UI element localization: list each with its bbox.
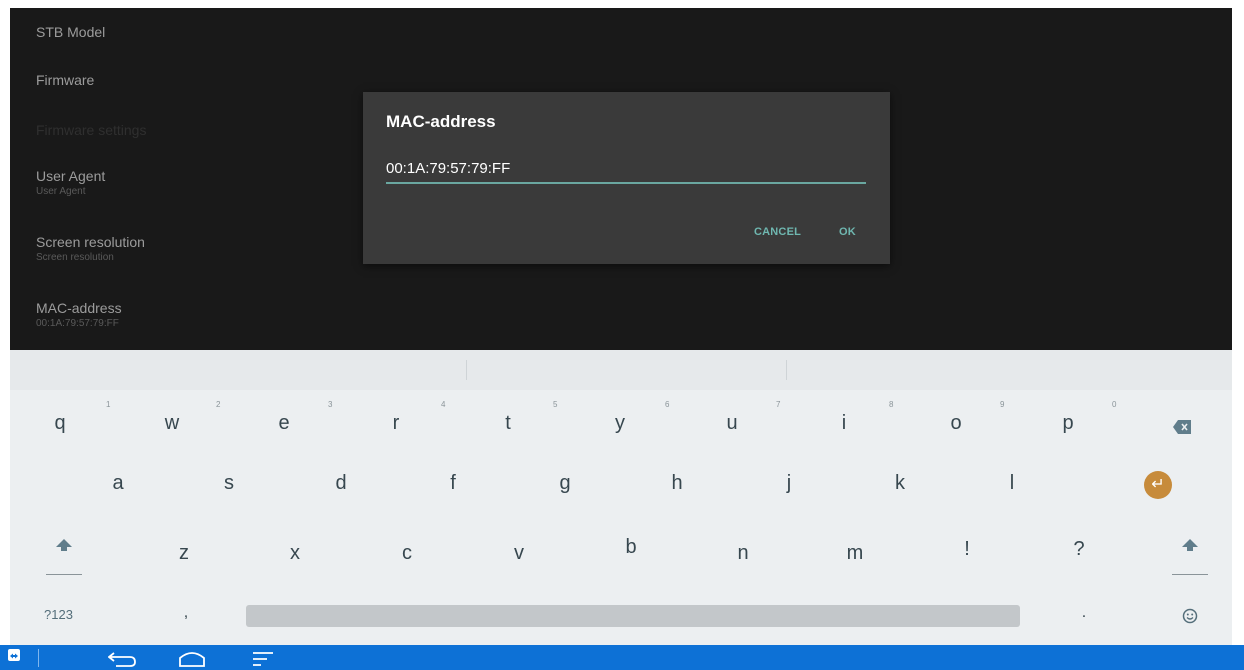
key-q[interactable]: q [30,412,90,435]
key-k[interactable]: k [870,472,930,495]
navigation-bar [0,645,1244,670]
home-icon[interactable] [178,651,206,667]
key-u[interactable]: u [702,412,762,435]
back-icon[interactable] [107,651,136,667]
settings-item-title: Screen resolution [36,234,145,250]
key-hint: 2 [216,400,221,409]
nav-divider [38,649,39,667]
key-h[interactable]: h [647,472,707,495]
emoji-icon[interactable] [1182,608,1198,624]
mac-address-dialog: MAC-address CANCEL OK [363,92,890,264]
settings-item-firmware-settings: Firmware settings [36,122,146,138]
key-n[interactable]: n [713,542,773,565]
key-z[interactable]: z [154,542,214,565]
enter-icon[interactable]: ↵ [1144,471,1172,499]
settings-item-mac-address[interactable]: MAC-address 00:1A:79:57:79:FF [36,300,122,330]
key-period[interactable]: . [1054,604,1114,622]
key-l[interactable]: l [982,472,1042,495]
ok-button[interactable]: OK [839,226,856,238]
suggestion-divider [786,360,787,380]
key-y[interactable]: y [590,412,650,435]
shift-underline [1172,574,1208,575]
key-hint: 5 [553,400,558,409]
shift-underline [46,574,82,575]
settings-item-firmware[interactable]: Firmware [36,72,94,88]
key-x[interactable]: x [265,542,325,565]
key-hint: 3 [328,400,333,409]
key-hint: 6 [665,400,670,409]
key-w[interactable]: w [142,412,202,435]
key-d[interactable]: d [311,472,371,495]
dialog-title: MAC-address [386,112,496,131]
on-screen-keyboard: q w e r t y u i o p 1 2 3 4 5 6 7 8 9 0 … [10,350,1232,645]
key-hint: 9 [1000,400,1005,409]
space-bar[interactable] [246,605,1020,627]
settings-item-screen-resolution[interactable]: Screen resolution Screen resolution [36,234,145,264]
settings-item-title: User Agent [36,168,106,184]
key-hint: 1 [106,400,111,409]
key-hint: 4 [441,400,446,409]
key-hint: 7 [776,400,781,409]
suggestion-strip [10,350,1232,390]
shift-icon[interactable] [1182,538,1198,551]
recent-apps-icon[interactable] [252,651,274,667]
key-question[interactable]: ? [1049,538,1109,561]
key-r[interactable]: r [366,412,426,435]
key-hint: 0 [1112,400,1117,409]
backspace-icon[interactable] [1173,420,1191,434]
settings-item-title: Firmware settings [36,122,147,138]
key-t[interactable]: t [478,412,538,435]
key-c[interactable]: c [377,542,437,565]
screen: STB Model Firmware Firmware settings Use… [0,0,1244,670]
settings-item-subtitle: User Agent [36,186,86,197]
settings-item-subtitle: 00:1A:79:57:79:FF [36,318,119,329]
key-p[interactable]: p [1038,412,1098,435]
key-i[interactable]: i [814,412,874,435]
key-j[interactable]: j [759,472,819,495]
key-e[interactable]: e [254,412,314,435]
suggestion-divider [466,360,467,380]
settings-item-user-agent[interactable]: User Agent User Agent [36,168,105,198]
cancel-button[interactable]: CANCEL [754,226,801,238]
key-g[interactable]: g [535,472,595,495]
shift-icon[interactable] [56,538,72,551]
key-b[interactable]: b [601,536,661,559]
key-v[interactable]: v [489,542,549,565]
settings-item-subtitle: Screen resolution [36,252,114,263]
key-o[interactable]: o [926,412,986,435]
key-s[interactable]: s [199,472,259,495]
key-f[interactable]: f [423,472,483,495]
key-comma[interactable]: , [156,604,216,622]
settings-item-title: MAC-address [36,300,122,316]
settings-item-title: STB Model [36,24,106,40]
key-m[interactable]: m [825,542,885,565]
symbols-key[interactable]: ?123 [44,607,73,622]
teamviewer-icon[interactable] [8,649,20,661]
key-a[interactable]: a [88,472,148,495]
key-hint: 8 [889,400,894,409]
mac-address-input[interactable] [386,154,866,184]
key-exclamation[interactable]: ! [937,538,997,561]
settings-item-stb-model[interactable]: STB Model [36,24,105,40]
settings-item-title: Firmware [36,72,95,88]
